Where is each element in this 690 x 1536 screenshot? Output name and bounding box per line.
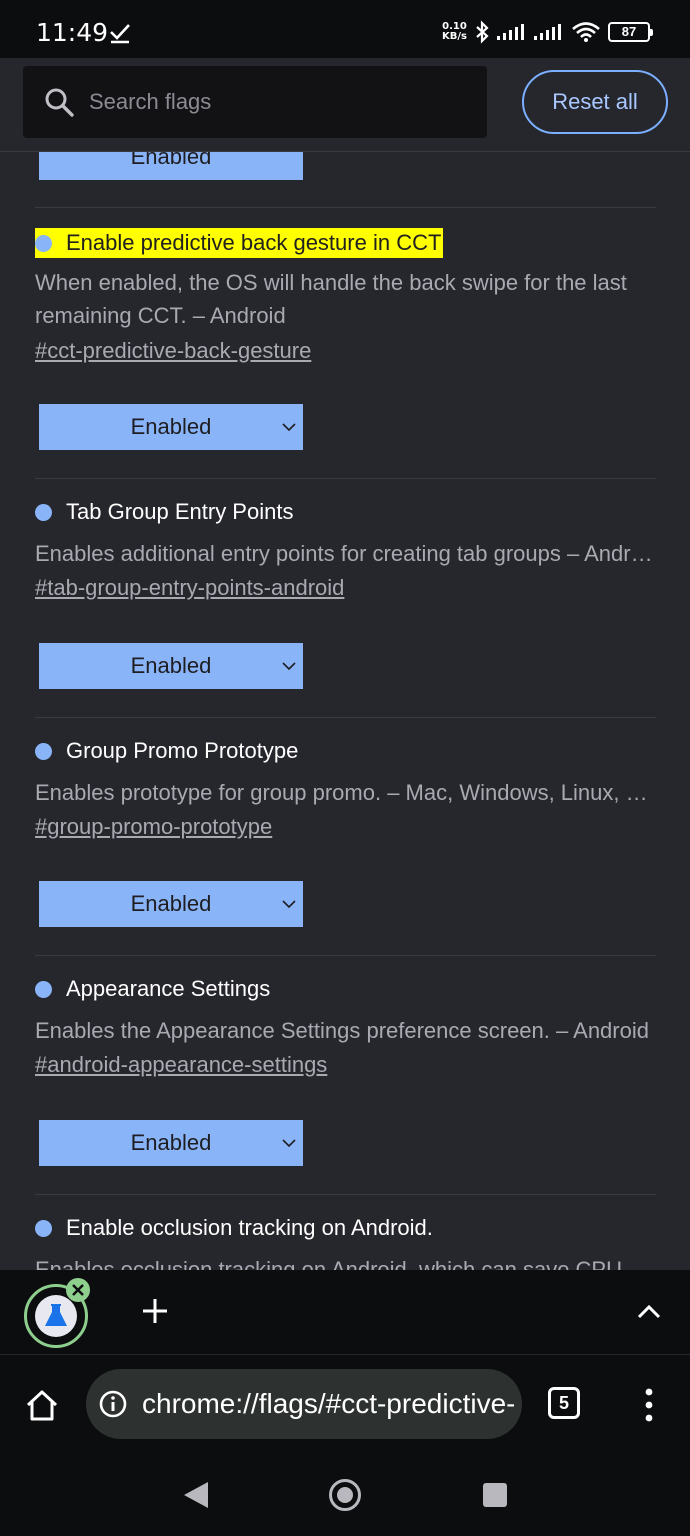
nav-home-icon[interactable] [328, 1478, 362, 1512]
search-box[interactable] [23, 66, 487, 138]
reset-all-button[interactable]: Reset all [522, 70, 668, 134]
flag-link[interactable]: #tab-group-entry-points-android [35, 575, 344, 601]
info-icon[interactable] [98, 1389, 128, 1419]
flag-description: Enables the Appearance Settings preferen… [35, 1018, 649, 1043]
flag-select[interactable]: Enabled [39, 404, 303, 450]
browser-toolbar: chrome://flags/#cct-predictive-back-gest… [0, 1354, 690, 1452]
flag-title: Enable occlusion tracking on Android. [35, 1215, 433, 1241]
status-time: 11:49 [36, 18, 109, 47]
flag-status-dot [35, 980, 52, 998]
flag-title: Tab Group Entry Points [35, 499, 293, 525]
search-input[interactable] [89, 89, 469, 115]
close-tab-icon[interactable] [66, 1278, 90, 1302]
battery-icon: 87 [608, 22, 653, 42]
signal-icon-2 [534, 24, 561, 40]
chevron-down-icon [282, 423, 296, 432]
wifi-icon [572, 22, 600, 42]
flag-status-dot [35, 742, 52, 760]
new-tab-plus-icon[interactable] [140, 1296, 170, 1326]
nav-recents-icon[interactable] [482, 1482, 508, 1508]
flag-title: Appearance Settings [35, 976, 270, 1002]
flag-link[interactable]: #android-appearance-settings [35, 1052, 327, 1078]
flag-select[interactable]: Enabled [39, 881, 303, 927]
flag-link[interactable]: #cct-predictive-back-gesture [35, 338, 311, 364]
flag-select[interactable]: Enabled [39, 1120, 303, 1166]
signal-icon [497, 24, 524, 40]
flag-item-tab-group-entry-points: Tab Group Entry Points Enables additiona… [35, 479, 656, 718]
flag-description: Enables additional entry points for crea… [35, 541, 656, 566]
chevron-down-icon [282, 1139, 296, 1148]
flag-description: Enables occlusion tracking on Android, w… [35, 1257, 622, 1270]
flag-status-dot [35, 234, 52, 252]
flag-status-dot [35, 503, 52, 521]
flag-select[interactable]: Enabled [39, 643, 303, 689]
flag-description: When enabled, the OS will handle the bac… [35, 270, 627, 328]
partial-flag-select[interactable]: Enabled [39, 152, 303, 180]
flag-description: Enables prototype for group promo. – Mac… [35, 780, 656, 805]
flags-list[interactable]: Enabled Enable predictive back gesture i… [0, 152, 690, 1270]
status-icons: 0.10 KB/s 87 [442, 20, 653, 44]
home-icon[interactable] [24, 1387, 60, 1423]
bluetooth-icon [476, 20, 489, 44]
search-icon [45, 88, 74, 117]
flag-title: Group Promo Prototype [35, 738, 298, 764]
chevron-up-icon[interactable] [636, 1302, 662, 1322]
flag-status-dot [35, 1219, 52, 1237]
flag-item-occlusion-tracking: Enable occlusion tracking on Android. En… [35, 1195, 656, 1270]
nav-back-icon[interactable] [182, 1480, 210, 1510]
flag-title: Enable predictive back gesture in CCT [35, 228, 444, 258]
flags-header: Reset all [0, 58, 690, 152]
download-done-icon [110, 24, 130, 44]
status-bar: 11:49 0.10 KB/s 87 [0, 0, 690, 58]
url-text[interactable]: chrome://flags/#cct-predictive-back-gest… [142, 1388, 514, 1420]
url-bar[interactable]: chrome://flags/#cct-predictive-back-gest… [86, 1369, 522, 1439]
flag-item-group-promo-prototype: Group Promo Prototype Enables prototype … [35, 718, 656, 956]
chevron-down-icon [282, 662, 296, 671]
flag-item-appearance-settings: Appearance Settings Enables the Appearan… [35, 956, 656, 1195]
tab-switcher-button[interactable]: 5 [548, 1387, 580, 1419]
chevron-down-icon [282, 900, 296, 909]
flag-link[interactable]: #group-promo-prototype [35, 814, 272, 840]
more-vert-icon[interactable] [642, 1387, 656, 1423]
flag-item-cct-predictive-back-gesture: Enable predictive back gesture in CCT Wh… [35, 208, 656, 479]
tab-group-strip [0, 1270, 690, 1354]
net-speed: 0.10 KB/s [442, 21, 467, 42]
system-nav-bar [0, 1452, 690, 1536]
